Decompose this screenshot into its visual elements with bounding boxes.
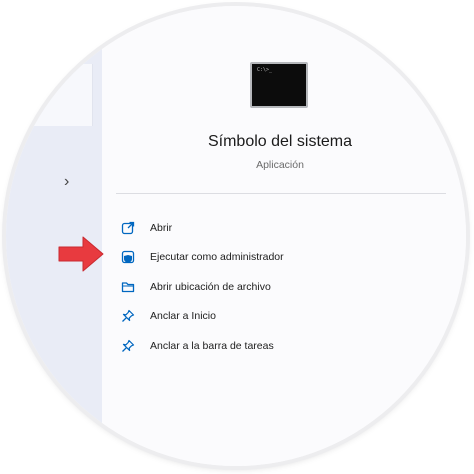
menu-item-label: Abrir ubicación de archivo xyxy=(150,280,271,293)
pin-icon xyxy=(120,338,136,354)
app-tile-prompt: C:\>_ xyxy=(257,67,273,73)
divider xyxy=(116,193,446,194)
menu-item-label: Anclar a la barra de tareas xyxy=(150,339,274,352)
screenshot-stage: › C:\>_ Símbolo del sistema Aplicación A… xyxy=(0,0,474,474)
app-detail-pane: C:\>_ Símbolo del sistema Aplicación Abr… xyxy=(102,6,466,466)
app-title: Símbolo del sistema xyxy=(207,133,353,150)
red-arrow-annotation-icon xyxy=(58,236,104,272)
left-result-card[interactable] xyxy=(6,64,93,126)
menu-item-open[interactable]: Abrir xyxy=(120,213,440,243)
command-prompt-app-icon: C:\>_ xyxy=(250,62,308,108)
menu-item-label: Abrir xyxy=(150,221,173,234)
menu-item-run-as-admin[interactable]: Ejecutar como administrador xyxy=(120,243,440,273)
chevron-right-icon[interactable]: › xyxy=(64,174,69,190)
app-subtitle: Aplicación xyxy=(256,159,304,171)
app-actions-menu: Abrir Ejecutar como administrador Abrir … xyxy=(120,213,440,361)
folder-icon xyxy=(120,279,136,295)
menu-item-open-file-location[interactable]: Abrir ubicación de archivo xyxy=(120,272,440,302)
menu-item-pin-to-taskbar[interactable]: Anclar a la barra de tareas xyxy=(120,331,440,361)
menu-item-label: Ejecutar como administrador xyxy=(150,251,284,264)
menu-item-label: Anclar a Inicio xyxy=(150,310,216,323)
menu-item-pin-to-start[interactable]: Anclar a Inicio xyxy=(120,302,440,332)
open-external-icon xyxy=(120,220,136,236)
pin-icon xyxy=(120,308,136,324)
shield-admin-icon xyxy=(120,249,136,265)
